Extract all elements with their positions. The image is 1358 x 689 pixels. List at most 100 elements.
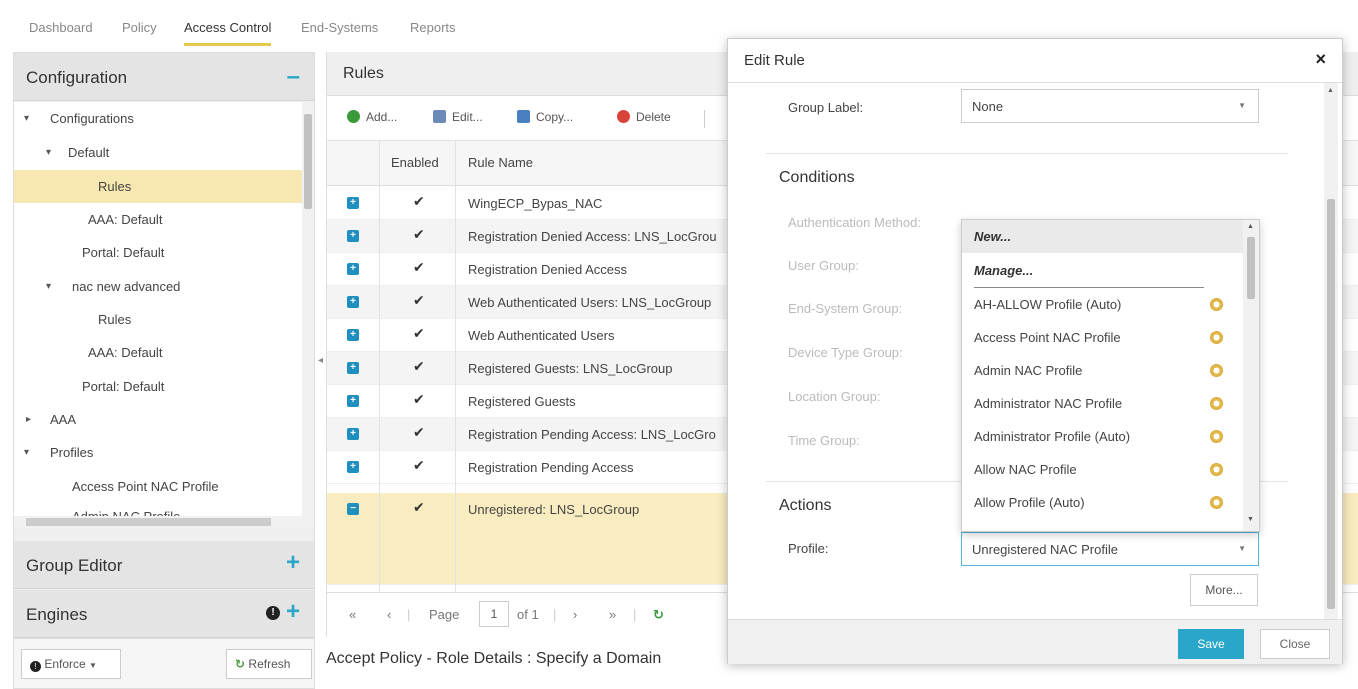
scroll-up-icon[interactable]: ▲ [1247,223,1254,230]
scroll-down-icon[interactable]: ▼ [1247,516,1254,523]
dropdown-item[interactable]: Admin NAC Profile [962,354,1244,387]
dialog-scrollbar[interactable]: ▲ [1324,83,1338,619]
copy-button[interactable]: Copy... [517,110,573,124]
scroll-thumb[interactable] [1247,237,1255,299]
tab-access-control[interactable]: Access Control [184,20,272,46]
enabled-check: ✔ [413,358,425,374]
profile-select[interactable]: Unregistered NAC Profile ▼ [961,532,1259,566]
dropdown-item-label: Admin NAC Profile [974,363,1083,378]
tab-end-systems[interactable]: End-Systems [301,20,378,35]
tree-item-aaa-default[interactable]: AAA: Default [14,203,302,236]
dropdown-item-new[interactable]: New... [962,220,1244,253]
enabled-check: ✔ [413,292,425,308]
plus-icon[interactable]: + [286,598,300,626]
dropdown-item-label: Access Point NAC Profile [974,330,1121,345]
dropdown-item[interactable]: Administrator Profile (Auto) [962,420,1244,453]
tree-item-aaa-default-2[interactable]: AAA: Default [14,336,302,369]
group-editor-header[interactable]: Group Editor + [14,541,314,589]
edit-button[interactable]: Edit... [433,110,483,124]
delete-button[interactable]: Delete [617,110,671,124]
tree-item-default[interactable]: ▾ Default [14,136,302,169]
enabled-check: ✔ [413,226,425,242]
enforce-button[interactable]: ! Enforce ▼ [21,649,121,679]
tree-horizontal-scrollbar[interactable] [14,516,314,528]
dropdown-item[interactable]: Allow NAC Profile [962,453,1244,486]
tree-item-portal-default[interactable]: Portal: Default [14,236,302,269]
dropdown-item-label: Administrator Profile (Auto) [974,429,1131,444]
tab-dashboard[interactable]: Dashboard [29,20,93,35]
expand-row-icon[interactable]: + [347,230,359,242]
refresh-button[interactable]: ↻ Refresh [226,649,312,679]
expand-icon[interactable]: ▾ [24,436,29,469]
rule-name: Registration Pending Access [468,460,634,475]
tree-item-rules-2[interactable]: Rules [14,303,302,336]
save-button[interactable]: Save [1178,629,1244,659]
add-button[interactable]: Add... [347,110,397,124]
expand-icon[interactable]: ▾ [24,102,29,135]
group-label-select[interactable]: None ▼ [961,89,1259,123]
refresh-icon[interactable]: ↻ [653,607,664,623]
tree-scrollbar[interactable] [302,102,314,516]
tree-item-label: Portal: Default [82,379,165,394]
tree-item-rules[interactable]: Rules [14,170,302,203]
expand-icon[interactable]: ▸ [26,403,31,436]
expand-row-icon[interactable]: + [347,395,359,407]
tree-item-access-point-nac-profile[interactable]: Access Point NAC Profile [14,470,302,503]
engines-header[interactable]: Engines ! + [14,590,314,638]
expand-row-icon[interactable]: + [347,197,359,209]
dropdown-item-manage[interactable]: Manage... [962,254,1244,287]
dropdown-item[interactable]: AH-ALLOW Profile (Auto) [962,288,1244,321]
tab-reports[interactable]: Reports [410,20,456,35]
tab-policy[interactable]: Policy [122,20,157,35]
rule-name: Registration Denied Access [468,262,627,277]
expand-row-icon[interactable]: + [347,329,359,341]
toolbar-divider [704,110,705,128]
page-number-input[interactable]: 1 [479,601,509,627]
close-button[interactable]: Close [1260,629,1330,659]
more-button[interactable]: More... [1190,574,1258,606]
tree-item-profiles[interactable]: ▾ Profiles [14,436,302,469]
scroll-thumb[interactable] [304,114,312,209]
prev-page-button[interactable]: ‹ [387,607,391,622]
location-group-label: Location Group: [788,389,881,404]
configuration-header[interactable]: Configuration – [14,53,314,101]
page-label: Page [429,607,460,622]
dropdown-item-label: AH-ALLOW Profile (Auto) [974,297,1122,312]
tree-item-nac-new-advanced[interactable]: ▾ nac new advanced [14,270,302,303]
dropdown-item[interactable]: Access Point NAC Profile [962,321,1244,354]
end-system-group-label: End-System Group: [788,301,903,316]
dropdown-item-label: Allow Profile (Auto) [974,495,1085,510]
last-page-button[interactable]: » [609,607,616,622]
next-page-button[interactable]: › [573,607,577,622]
time-group-label: Time Group: [788,433,860,448]
tree-item-admin-nac-profile[interactable]: Admin NAC Profile [14,500,302,516]
collapse-row-icon[interactable]: − [347,503,359,515]
scroll-thumb[interactable] [1327,199,1335,609]
column-header-rule-name[interactable]: Rule Name [468,155,533,170]
dropdown-item[interactable]: Allow Profile (Auto) [962,486,1244,519]
plus-icon[interactable]: + [286,549,300,577]
close-icon[interactable]: × [1315,49,1326,70]
expand-row-icon[interactable]: + [347,461,359,473]
minus-icon[interactable]: – [287,63,300,91]
gear-icon [1210,496,1223,509]
tree-item-portal-default-2[interactable]: Portal: Default [14,370,302,403]
expand-icon[interactable]: ▾ [46,136,51,169]
tree-item-aaa[interactable]: ▸ AAA [14,403,302,436]
tree-item-label: AAA: Default [88,212,163,227]
column-header-enabled[interactable]: Enabled [391,155,439,170]
dropdown-item[interactable]: Administrator NAC Profile [962,387,1244,420]
expand-row-icon[interactable]: + [347,296,359,308]
expand-row-icon[interactable]: + [347,362,359,374]
tree-item-configurations[interactable]: ▾ Configurations [14,102,302,135]
refresh-icon: ↻ [235,657,246,671]
first-page-button[interactable]: « [349,607,356,622]
dropdown-scrollbar[interactable]: ▲ ▼ [1243,220,1259,531]
gear-icon [1210,298,1223,311]
expand-icon[interactable]: ▾ [46,270,51,303]
expand-row-icon[interactable]: + [347,428,359,440]
scroll-up-icon[interactable]: ▲ [1327,87,1334,94]
collapse-handle-icon[interactable]: ◂ [318,355,323,366]
scroll-thumb[interactable] [26,518,271,526]
expand-row-icon[interactable]: + [347,263,359,275]
